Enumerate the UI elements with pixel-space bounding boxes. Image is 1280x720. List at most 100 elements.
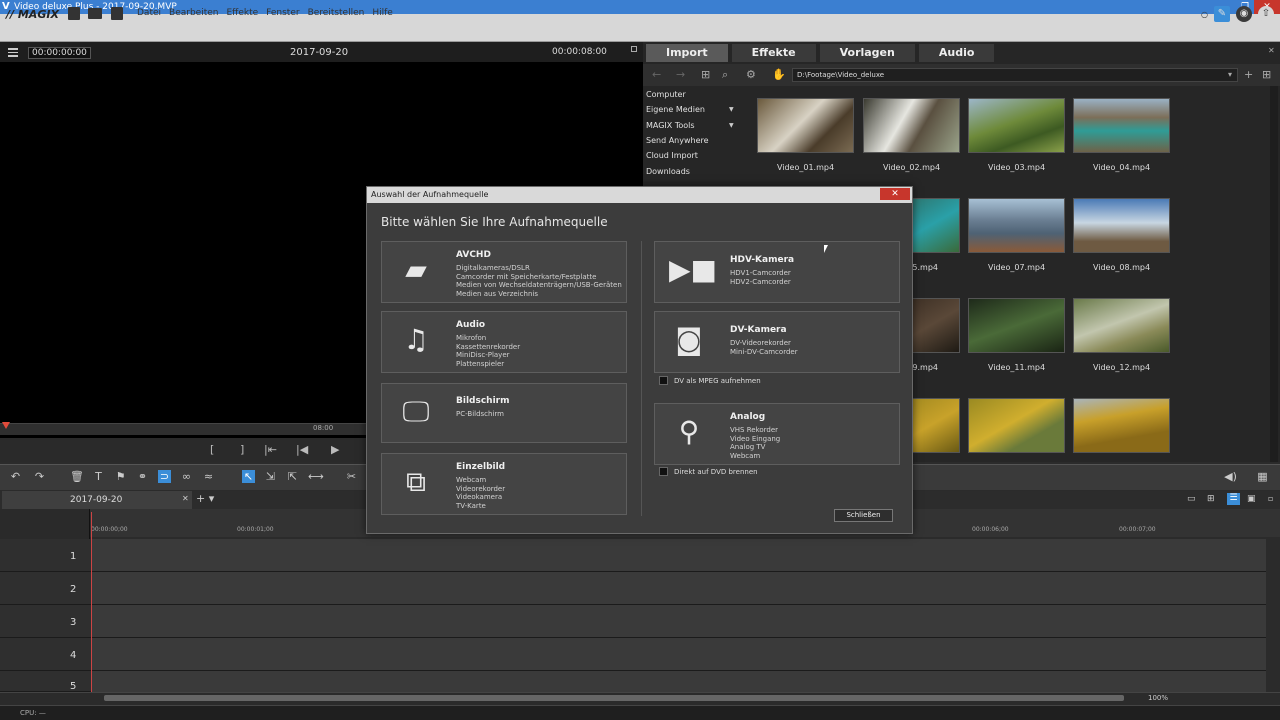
checkbox-box[interactable] [659,467,668,476]
track-lane[interactable] [91,605,1266,637]
video-thumbnail[interactable] [757,98,854,153]
sidebar-item-downloads[interactable]: Downloads [646,167,690,176]
track-lane[interactable] [91,671,1266,692]
project-tab[interactable]: 2017-09-20 [2,491,192,509]
sidebar-item-send-anywhere[interactable]: Send Anywhere [646,136,709,145]
play-icon[interactable]: ▶ [331,443,339,456]
zoom-level[interactable]: 100% [1148,694,1168,702]
stretch-icon[interactable]: ⟷ [308,470,324,483]
close-tab-icon[interactable]: ✕ [182,494,189,503]
sidebar-item-eigene-medien[interactable]: Eigene Medien [646,105,705,114]
source-hdv-button[interactable]: ▶■ HDV-Kamera HDV1-Camcorder HDV2-Camcord… [654,241,900,303]
open-folder-icon[interactable] [88,8,102,19]
view-grid-icon[interactable]: ⊞ [1262,68,1271,81]
video-thumbnail[interactable] [968,198,1065,253]
checkbox-box[interactable] [659,376,668,385]
sidebar-item-magix-tools[interactable]: MAGIX Tools [646,121,695,130]
group-icon[interactable]: ⚭ [136,470,149,483]
mouse-icon[interactable]: ✎ [1214,6,1230,22]
previous-frame-icon[interactable]: |◀ [296,443,308,456]
select-all-icon[interactable]: ⇱ [286,470,299,483]
track-lane[interactable] [91,539,1266,571]
view-timeline-icon[interactable]: ☰ [1227,493,1240,505]
gear-icon[interactable]: ⚙ [746,68,756,81]
unlink-icon[interactable]: ≈ [202,470,215,483]
view-scene-icon[interactable]: ⊞ [1207,494,1215,504]
hand-icon[interactable]: ✋ [772,68,786,81]
forward-arrow-icon[interactable]: → [676,68,685,81]
view-multicam-icon[interactable]: ▣ [1247,494,1256,504]
menu-datei[interactable]: Datei [137,8,161,18]
redo-icon[interactable]: ↷ [33,470,46,483]
mpeg-checkbox[interactable]: DV als MPEG aufnehmen [659,376,761,385]
scissors-icon[interactable]: ✂ [345,470,358,483]
media-scrollbar[interactable] [1270,86,1278,462]
back-arrow-icon[interactable]: ← [652,68,661,81]
folder-tree-icon[interactable]: ⊞ [701,68,710,81]
source-analog-button[interactable]: ⚲ Analog VHS Rekorder Video Eingang Analog… [654,403,900,465]
new-file-icon[interactable] [68,7,80,20]
tab-audio[interactable]: Audio [918,44,995,62]
video-thumbnail[interactable] [1073,298,1170,353]
video-thumbnail[interactable] [1073,98,1170,153]
dialog-close-icon[interactable]: ✕ [880,188,910,200]
upload-icon[interactable]: ⇧ [1258,6,1274,22]
chain-icon[interactable]: ∞ [180,470,193,483]
record-icon[interactable]: ◉ [1236,6,1252,22]
menu-bearbeiten[interactable]: Bearbeiten [169,8,218,18]
panel-undock-icon[interactable]: ▫ [1268,494,1273,503]
view-storyboard-icon[interactable]: ▭ [1187,494,1196,504]
menu-effekte[interactable]: Effekte [226,8,258,18]
timeline-cursor[interactable] [91,512,92,695]
delete-icon[interactable]: 🗑 [70,470,84,483]
source-einzelbild-button[interactable]: ⧉ Einzelbild Webcam Videorekorder Videokam… [381,453,627,515]
track-row[interactable]: 3 [0,605,1266,638]
mixer-icon[interactable]: ▦ [1256,470,1269,483]
speaker-icon[interactable]: ◀) [1224,470,1237,483]
mark-in-button[interactable]: [ [210,443,214,456]
close-button[interactable]: Schließen [834,509,893,522]
track-row[interactable]: 1 [0,539,1266,572]
pointer-icon[interactable]: ↖ [242,470,255,483]
text-icon[interactable]: T [92,470,105,483]
track-row[interactable]: 4 [0,638,1266,671]
marker-icon[interactable]: ⚑ [114,470,127,483]
menu-hilfe[interactable]: Hilfe [372,8,392,18]
track-row[interactable]: 5 [0,671,1266,692]
tab-effekte[interactable]: Effekte [731,44,816,62]
monitor-undock-icon[interactable] [631,46,637,52]
source-bildschirm-button[interactable]: 🖵 Bildschirm PC-Bildschirm [381,383,627,443]
track-lane[interactable] [91,572,1266,604]
chevron-down-icon[interactable]: ▼ [729,106,734,113]
tab-import[interactable]: Import [646,44,728,62]
hamburger-menu-icon[interactable] [8,48,18,57]
video-thumbnail[interactable] [968,298,1065,353]
sidebar-item-computer[interactable]: Computer [646,90,686,99]
source-avchd-button[interactable]: ▰ AVCHD Digitalkameras/DSLR Camcorder mit… [381,241,627,303]
chevron-down-icon[interactable]: ▼ [729,122,734,129]
video-thumbnail[interactable] [968,98,1065,153]
video-thumbnail[interactable] [863,98,960,153]
sidebar-item-cloud-import[interactable]: Cloud Import [646,151,698,160]
mark-out-button[interactable]: ] [240,443,244,456]
playhead-marker[interactable] [2,422,10,429]
path-dropdown-icon[interactable]: ▾ [1228,70,1232,79]
undo-icon[interactable]: ↶ [9,470,22,483]
timecode-position[interactable]: 00:00:00:00 [28,47,91,59]
panel-close-icon[interactable]: ✕ [1268,46,1275,55]
path-field[interactable]: D:\Footage\Video_deluxe [792,68,1238,82]
add-icon[interactable]: + [1244,68,1253,81]
video-thumbnail[interactable] [1073,398,1170,453]
add-tab-icon[interactable]: + ▾ [196,492,214,505]
track-lane[interactable] [91,638,1266,670]
tab-vorlagen[interactable]: Vorlagen [819,44,915,62]
menu-bereitstellen[interactable]: Bereitstellen [308,8,365,18]
video-thumbnail[interactable] [968,398,1065,453]
select-right-icon[interactable]: ⇲ [264,470,277,483]
dvd-checkbox[interactable]: Direkt auf DVD brennen [659,467,758,476]
video-thumbnail[interactable] [1073,198,1170,253]
save-icon[interactable] [111,7,123,20]
source-dv-button[interactable]: ◙ DV-Kamera DV-Videorekorder Mini-DV-Camc… [654,311,900,373]
menu-fenster[interactable]: Fenster [266,8,299,18]
track-row[interactable]: 2 [0,572,1266,605]
